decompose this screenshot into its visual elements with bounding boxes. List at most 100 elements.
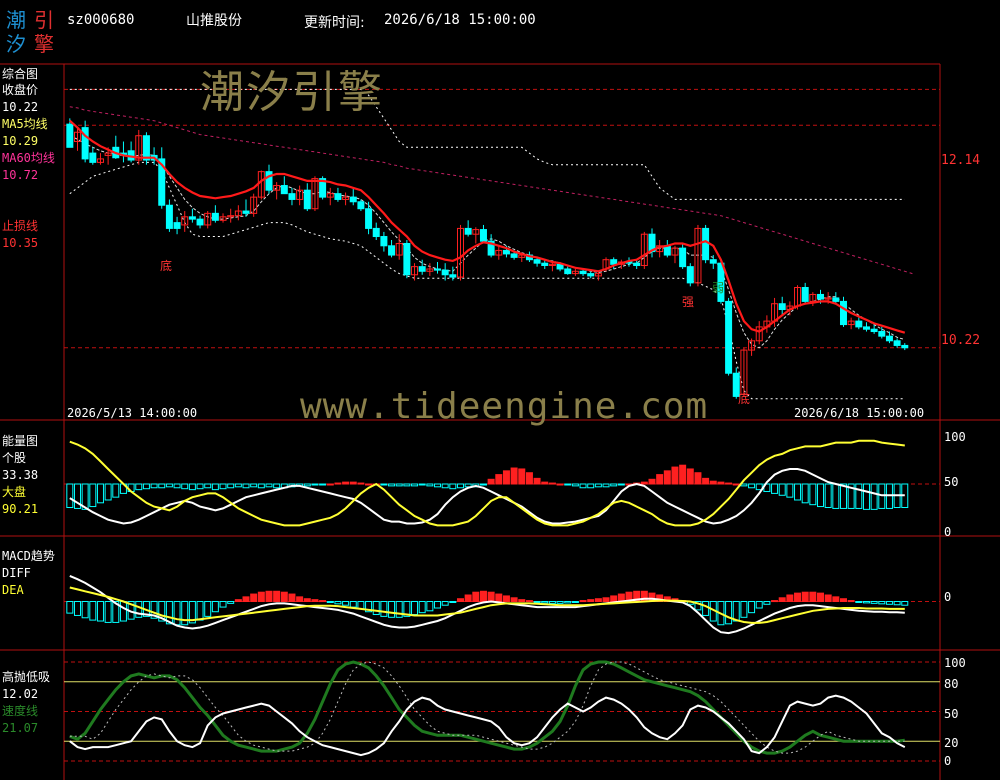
macd-bar-70 [602, 597, 610, 603]
energy-bar-77 [656, 474, 664, 485]
candle-3 [89, 152, 97, 163]
watermark-cn: 潮汐引擎 [200, 67, 384, 118]
macd-bar-1 [73, 601, 81, 616]
energy-bar-36 [342, 481, 350, 485]
macd-diff-label: DIFF [2, 566, 31, 580]
energy-bar-49 [441, 483, 449, 489]
candle-17 [196, 218, 204, 226]
energy-panel-title: 能量图 [2, 434, 39, 448]
energy-bar-104 [862, 483, 870, 510]
energy-bar-34 [326, 483, 334, 486]
macd-bar-97 [809, 591, 817, 603]
energy-bar-15 [181, 483, 189, 490]
logo-char-1: 潮 [6, 8, 26, 32]
y-label-low: 10.22 [941, 333, 981, 348]
kd-y-100: 100 [944, 656, 966, 670]
energy-bar-58 [510, 467, 518, 485]
channel-upper-line [69, 88, 905, 200]
macd-bar-35 [334, 601, 342, 605]
candle-54 [479, 229, 487, 242]
macd-bar-46 [418, 601, 426, 614]
energy-bar-4 [96, 483, 104, 504]
kd-y-80: 80 [944, 677, 959, 691]
macd-bar-63 [548, 601, 556, 604]
macd-panel-title: MACD趋势 [2, 549, 55, 563]
macd-y-0: 0 [944, 590, 952, 604]
candle-106 [878, 331, 886, 337]
energy-bar-84 [709, 480, 717, 485]
energy-market-label: 大盘 [2, 485, 27, 499]
macd-bar-91 [763, 601, 771, 605]
energy-bar-92 [771, 483, 779, 494]
energy-bar-26 [265, 483, 273, 488]
candle-68 [587, 273, 595, 277]
candle-108 [893, 340, 901, 346]
candle-105 [870, 328, 878, 333]
macd-bar-31 [303, 598, 311, 603]
ma5-value: 10.29 [2, 134, 39, 148]
macd-bar-3 [89, 601, 97, 621]
energy-bar-43 [395, 483, 403, 487]
close-label: 收盘价 [2, 83, 39, 97]
energy-bar-66 [571, 483, 579, 487]
energy-bar-76 [648, 478, 656, 485]
watermark-url: www.tideengine.com [300, 386, 709, 427]
energy-bar-47 [426, 483, 434, 487]
macd-bar-51 [456, 598, 464, 603]
candle-83 [702, 227, 710, 261]
stop-label: 止损线 [2, 219, 39, 233]
candle-16 [188, 216, 196, 220]
macd-bar-14 [173, 601, 181, 626]
macd-bar-99 [824, 594, 832, 602]
energy-bar-94 [786, 483, 794, 498]
candle-109 [901, 344, 909, 349]
energy-bar-21 [227, 483, 235, 489]
energy-bar-24 [250, 483, 258, 488]
macd-bar-17 [196, 601, 204, 621]
macd-bar-98 [817, 592, 825, 603]
energy-bar-79 [671, 466, 679, 485]
energy-bar-19 [211, 483, 219, 491]
macd-bar-23 [242, 596, 250, 602]
macd-bar-49 [441, 601, 449, 606]
macd-bar-106 [878, 601, 886, 605]
macd-bar-21 [227, 601, 235, 604]
macd-bar-25 [257, 591, 265, 603]
macd-bar-108 [893, 601, 901, 606]
candle-41 [380, 236, 388, 247]
macd-bar-86 [725, 601, 733, 625]
macd-bar-59 [518, 599, 526, 603]
macd-bar-40 [372, 601, 380, 616]
macd-bar-36 [342, 601, 350, 606]
macd-bar-26 [265, 590, 273, 603]
macd-bar-28 [280, 591, 288, 603]
energy-bar-63 [548, 482, 556, 485]
energy-bar-57 [502, 470, 510, 485]
energy-bar-101 [839, 483, 847, 509]
macd-bar-4 [96, 601, 104, 622]
candle-38 [357, 201, 365, 210]
energy-bar-89 [748, 483, 756, 489]
macd-bar-69 [594, 598, 602, 603]
energy-bar-59 [518, 468, 526, 485]
energy-bar-44 [403, 483, 411, 487]
macd-bar-9 [135, 601, 143, 618]
macd-bar-15 [181, 601, 189, 626]
macd-bar-102 [847, 600, 855, 603]
candle-104 [862, 326, 870, 330]
candle-28 [280, 185, 288, 195]
kd-y-50: 50 [944, 707, 959, 721]
candle-80 [679, 247, 687, 268]
energy-bar-6 [112, 483, 120, 498]
candle-100 [832, 297, 840, 302]
app-logo: 潮 引 汐 擎 [6, 6, 60, 56]
candle-29 [288, 193, 296, 200]
macd-bar-109 [901, 601, 909, 606]
candle-50 [449, 274, 457, 278]
candle-62 [541, 262, 549, 266]
energy-bar-11 [150, 483, 158, 489]
macd-bar-56 [495, 593, 503, 602]
macd-bar-47 [426, 601, 434, 612]
energy-market-value: 90.21 [2, 502, 39, 516]
macd-bar-5 [104, 601, 112, 623]
